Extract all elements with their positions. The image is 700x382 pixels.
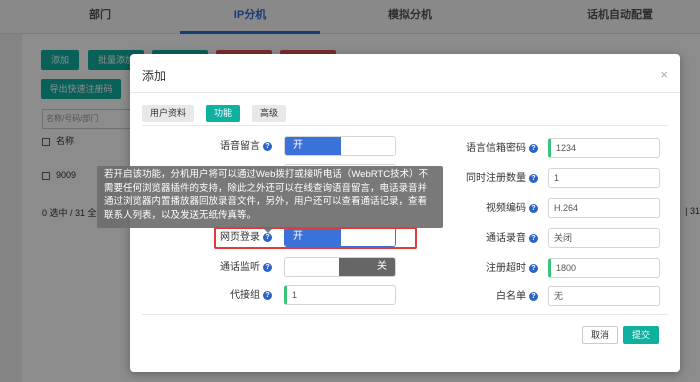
vm-password-label: 语言信箱密码? [450,139,538,159]
monitor-label: 通话监听? [190,258,272,278]
tab-features[interactable]: 功能 [206,105,241,122]
toggle-off-label: 关 [339,258,395,276]
help-icon[interactable]: ? [529,263,538,273]
recording-label: 通话录音? [450,229,538,249]
pickup-group-input[interactable]: 1 [284,285,396,305]
toggle-on-label: 开 [285,137,341,155]
video-codec-select[interactable]: H.264 [548,198,660,218]
whitelist-label: 白名单? [450,287,538,307]
cancel-button[interactable]: 取消 [582,326,618,344]
tab-user-profile[interactable]: 用户资料 [142,105,195,122]
voicemail-label: 语音留言? [190,137,272,157]
help-icon[interactable]: ? [263,290,272,300]
divider [130,92,680,93]
modal-title: 添加 [142,69,167,83]
tooltip-arrow [263,228,273,233]
reg-timeout-label: 注册超时? [450,259,538,279]
help-icon[interactable]: ? [529,173,538,183]
recording-select[interactable]: 关闭 [548,228,660,248]
help-icon[interactable]: ? [529,233,538,243]
whitelist-select[interactable]: 无 [548,286,660,306]
webphone-tooltip: 若开启该功能，分机用户将可以通过Web拨打或接听电话（WebRTC技术）不需要任… [97,166,443,228]
tab-advanced[interactable]: 高级 [252,105,287,122]
divider [142,314,668,315]
help-icon[interactable]: ? [529,143,538,153]
submit-button[interactable]: 提交 [623,326,659,344]
voicemail-toggle[interactable]: 开 [284,136,396,156]
video-codec-label: 视频编码? [450,199,538,219]
monitor-toggle[interactable]: 关 [284,257,396,277]
concurrent-reg-select[interactable]: 1 [548,168,660,188]
pickup-group-label: 代接组? [190,286,272,306]
reg-timeout-input[interactable]: 1800 [548,258,660,278]
help-icon[interactable]: ? [263,141,272,151]
webphone-highlight [214,227,417,249]
divider [142,125,668,126]
help-icon[interactable]: ? [529,203,538,213]
close-icon[interactable]: × [660,67,668,82]
help-icon[interactable]: ? [529,291,538,301]
concurrent-reg-label: 同时注册数量? [450,169,538,189]
vm-password-input[interactable]: 1234 [548,138,660,158]
help-icon[interactable]: ? [263,262,272,272]
